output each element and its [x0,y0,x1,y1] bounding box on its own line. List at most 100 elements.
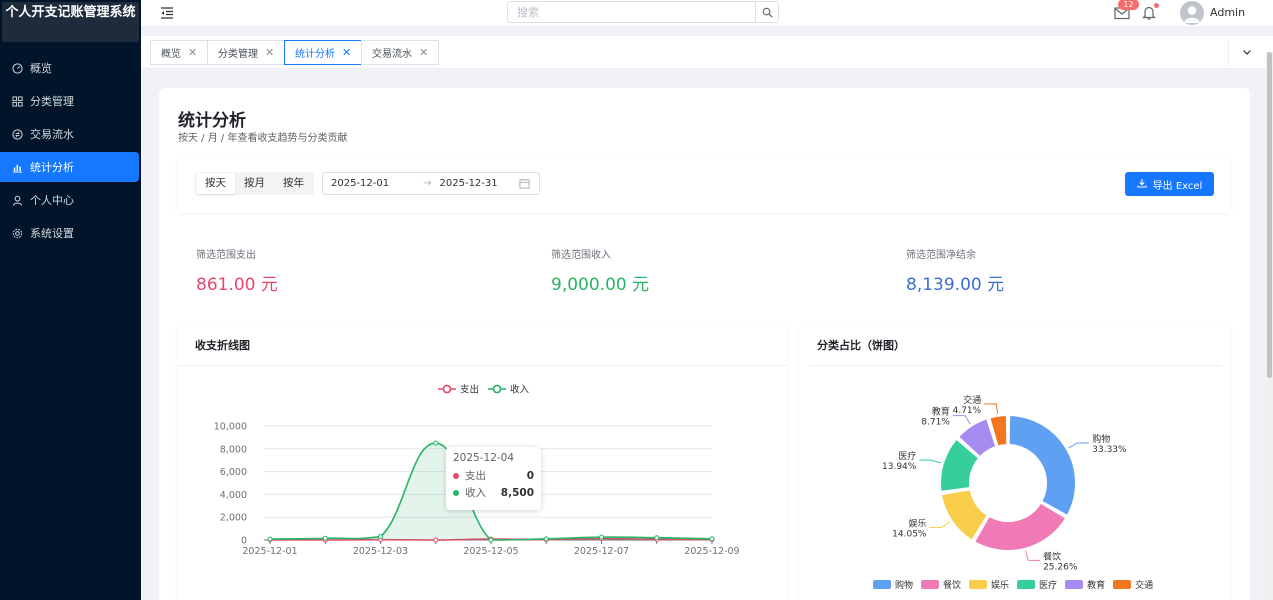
sidebar-item-label: 个人中心 [30,194,74,207]
legend-marker [492,384,502,394]
granularity-day[interactable]: 按天 [196,173,235,194]
export-excel-button[interactable]: 导出 Excel [1125,172,1214,196]
search-input[interactable] [508,2,755,22]
granularity-month[interactable]: 按月 [235,173,274,194]
sidebar-item-transactions[interactable]: 交易流水 [0,119,139,149]
export-label: 导出 Excel [1152,180,1203,192]
pie-legend: 购物 餐饮 娱乐 医疗 教育 交通 [873,578,1153,591]
sidebar-item-category[interactable]: 分类管理 [0,86,139,116]
pie-label-value: 25.26% [1043,562,1078,572]
search-button[interactable] [755,2,778,22]
legend-swatch [921,580,940,589]
pie-leader [919,459,942,464]
start-date[interactable]: 2025-12-01 [331,178,389,189]
username[interactable]: Admin [1210,6,1245,19]
legend-swatch [873,580,891,589]
arrow-right-icon: → [423,178,432,189]
avatar[interactable] [1180,1,1204,25]
pie-legend-item[interactable]: 购物 [873,578,913,591]
data-point [267,536,273,542]
pie-label-value: 14.05% [892,529,927,539]
pie-legend-item[interactable]: 交通 [1113,578,1153,591]
granularity-year[interactable]: 按年 [274,173,313,194]
legend-swatch [1113,580,1132,589]
close-icon[interactable]: ✕ [188,46,197,59]
pie-legend-item[interactable]: 医疗 [1017,578,1057,591]
tooltip-series-name: 支出 [465,470,486,482]
legend-label: 收入 [510,384,530,396]
legend-swatch [1017,580,1036,589]
tooltip-series-name: 收入 [465,487,486,499]
menu-fold-icon[interactable] [159,5,175,21]
stat-label: 筛选范围收入 [551,250,611,261]
main-card: 统计分析 按天 / 月 / 年查看收支趋势与分类贡献 按天 按月 按年 2025… [159,88,1250,600]
user-icon [11,194,23,206]
tooltip-row-income: 收入 8,500 [453,484,534,501]
pie-slice-购物 [1007,414,1077,517]
y-tick-label: 6,000 [220,467,247,478]
pie-label-value: 8.71% [921,418,950,428]
legend-swatch [969,580,988,589]
sidebar-item-label: 交易流水 [30,128,74,141]
legend-label: 餐饮 [943,581,962,591]
legend-label: 医疗 [1039,581,1058,591]
tab-statistics[interactable]: 统计分析 ✕ [284,40,363,65]
scrollbar-thumb[interactable] [1267,52,1272,378]
sidebar-item-overview[interactable]: 概览 [0,53,139,83]
sidebar-item-settings[interactable]: 系统设置 [0,218,139,248]
grid-icon [11,95,23,107]
data-point [378,534,383,540]
chevron-down-icon[interactable] [1240,45,1254,59]
gear-icon [11,227,23,239]
tabs-bar: 概览 ✕ 分类管理 ✕ 统计分析 ✕ 交易流水 ✕ [141,35,1273,69]
y-tick-label: 0 [241,536,247,547]
date-range-picker[interactable]: 2025-12-01 → 2025-12-31 [322,172,540,195]
sidebar-item-label: 统计分析 [30,161,74,174]
pie-legend-item[interactable]: 教育 [1065,578,1105,591]
data-point [543,536,549,542]
stat-label: 筛选范围支出 [196,250,256,261]
data-point [488,537,494,543]
pie-legend-item[interactable]: 餐饮 [921,578,961,591]
close-icon[interactable]: ✕ [342,46,351,59]
end-date[interactable]: 2025-12-31 [440,178,498,189]
data-point [599,534,604,540]
x-tick-label: 2025-12-03 [353,546,408,557]
page-title: 统计分析 [178,111,246,131]
stat-value: 8,139.00 元 [906,275,1005,295]
sidebar-item-label: 概览 [30,62,52,75]
pie-legend-item[interactable]: 娱乐 [969,578,1009,591]
legend-label: 交通 [1135,581,1154,591]
pie-label-name: 交通 [963,394,981,406]
app-title: 个人开支记账管理系统 [2,2,139,42]
x-tick-label: 2025-12-05 [463,546,518,557]
stat-net: 筛选范围净结余 8,139.00 元 [906,246,1004,295]
sidebar-item-label: 分类管理 [30,95,74,108]
pie-label-name: 购物 [1092,433,1110,445]
tab-category[interactable]: 分类管理 ✕ [207,40,286,65]
pie-leader [929,521,951,528]
data-point [322,535,328,541]
data-point [433,440,439,446]
tab-transactions[interactable]: 交易流水 ✕ [361,40,440,65]
legend-swatch [1065,580,1084,589]
stat-expense: 筛选范围支出 861.00 元 [196,246,278,295]
pie-chart-card: 分类占比（饼图） 购物 33.33% 餐饮 25.26% 娱乐 14.05% 医疗 13.94… [799,326,1231,600]
close-icon[interactable]: ✕ [265,46,274,59]
data-point [654,535,660,541]
stat-value: 9,000.00 元 [551,275,650,295]
topbar: 12 Admin [141,0,1273,26]
tab-overview[interactable]: 概览 ✕ [150,40,209,65]
sidebar-item-statistics[interactable]: 统计分析 [0,152,139,182]
close-icon[interactable]: ✕ [419,46,428,59]
tab-label: 概览 [161,49,181,60]
pie-leader [984,403,999,414]
download-icon [1137,178,1147,191]
x-tick-label: 2025-12-09 [684,546,739,557]
stat-income: 筛选范围收入 9,000.00 元 [551,246,649,295]
sidebar-item-profile[interactable]: 个人中心 [0,185,139,215]
stat-value: 861.00 元 [196,275,278,295]
sidebar-item-label: 系统设置 [30,227,74,240]
sidebar: 个人开支记账管理系统 概览 分类管理 交易流水 统计分析 个人中心 系统设置 [0,0,141,600]
search-box [507,1,779,23]
